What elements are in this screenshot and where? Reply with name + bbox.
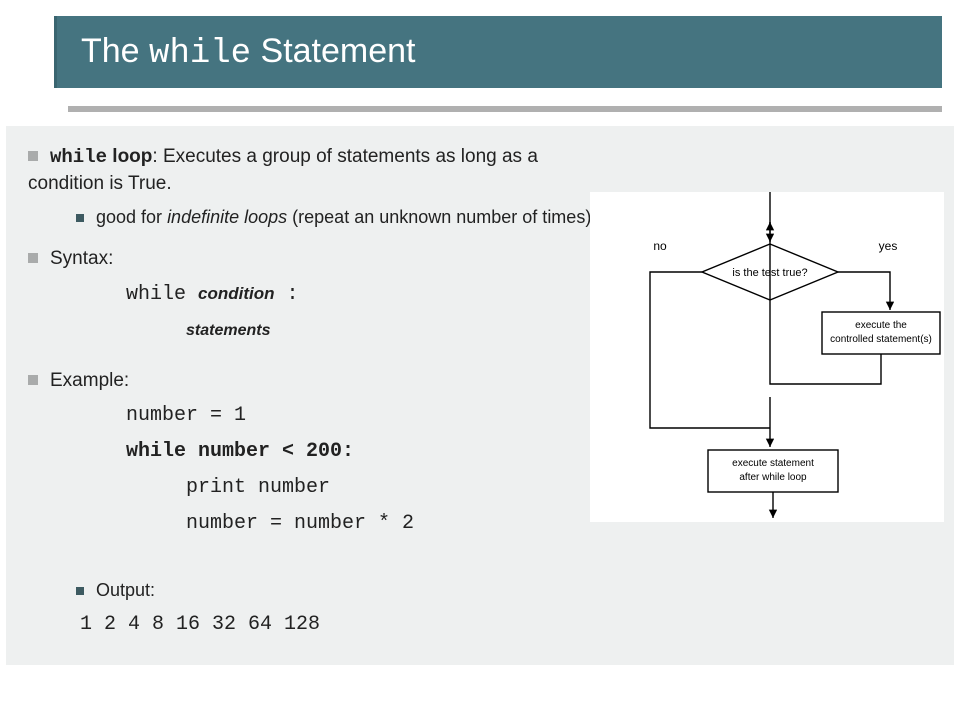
output-values: 1 2 4 8 16 32 64 128 — [18, 611, 598, 639]
syntax-colon: : — [275, 283, 299, 306]
square-bullet-icon — [28, 375, 38, 385]
title-code: while — [149, 35, 251, 73]
flow-exec1b: controlled statement(s) — [830, 334, 932, 345]
square-bullet-icon — [28, 151, 38, 161]
indef-ital: indefinite loops — [167, 207, 287, 227]
title-pre: The — [81, 32, 149, 70]
example-l4: number = number * 2 — [18, 510, 598, 538]
flow-no-label: no — [653, 239, 667, 253]
square-bullet-icon — [28, 253, 38, 263]
syntax-statements: statements — [18, 317, 598, 344]
title-post: Statement — [251, 32, 415, 70]
syntax-condition: condition — [198, 284, 274, 303]
example-l2: while number < 200: — [18, 438, 598, 466]
indef-pre: good for — [96, 207, 167, 227]
flowchart-diagram: is the test true? no yes execute the con… — [590, 192, 944, 522]
example-l1: number = 1 — [18, 402, 598, 430]
syntax-stmts: statements — [186, 322, 270, 339]
loop-term: loop — [107, 146, 152, 167]
flow-exec1a: execute the — [855, 320, 907, 331]
square-bullet-small-icon — [76, 214, 84, 222]
while-term: while — [50, 146, 107, 168]
syntax-line: while condition : — [18, 281, 598, 309]
bullet-indefinite-loops: good for indefinite loops (repeat an unk… — [18, 205, 598, 230]
syntax-label: Syntax: — [50, 248, 113, 269]
bullet-example: Example: — [18, 368, 598, 395]
indef-post: (repeat an unknown number of times) — [287, 207, 591, 227]
square-bullet-small-icon — [76, 587, 84, 595]
example-label: Example: — [50, 370, 129, 391]
bullet-while-loop: while loop: Executes a group of statemen… — [18, 144, 598, 197]
title-underline — [68, 106, 942, 112]
output-label: Output: — [96, 580, 155, 600]
slide-title: The while Statement — [81, 32, 416, 73]
bullet-output: Output: — [18, 578, 598, 603]
example-l3: print number — [18, 474, 598, 502]
slide-title-bar: The while Statement — [54, 16, 942, 88]
slide-content: while loop: Executes a group of statemen… — [6, 126, 954, 665]
flow-exec2b: after while loop — [739, 472, 807, 483]
bullet-syntax: Syntax: — [18, 246, 598, 273]
flow-exec2a: execute statement — [732, 458, 814, 469]
syntax-while: while — [126, 283, 198, 306]
flow-yes-label: yes — [879, 239, 898, 253]
